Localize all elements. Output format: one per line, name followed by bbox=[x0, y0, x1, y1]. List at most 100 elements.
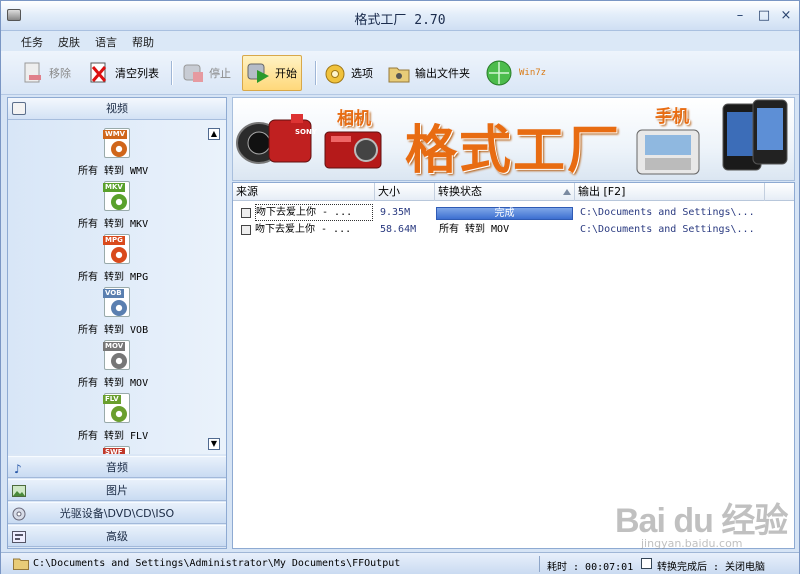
vob-format-icon: VOB bbox=[103, 287, 130, 317]
table-row[interactable]: 吻下去爱上你 - ... 9.35M 完成 C:\Documents and S… bbox=[233, 204, 794, 221]
video-file-icon bbox=[241, 225, 251, 235]
status-separator bbox=[539, 556, 540, 572]
menu-help[interactable]: 帮助 bbox=[132, 34, 154, 50]
maximize-button[interactable]: □ bbox=[755, 7, 773, 25]
disc-icon bbox=[12, 507, 26, 521]
clear-list-button[interactable]: 清空列表 bbox=[87, 57, 159, 89]
after-convert-checkbox[interactable] bbox=[641, 558, 652, 569]
camcorder-image bbox=[236, 114, 312, 164]
format-label: 所有 转到 VOB bbox=[78, 325, 149, 336]
format-item-vob[interactable]: VOB 所有 转到 VOB bbox=[8, 285, 208, 338]
app-window: 格式工厂 2.70 – □ × 任务 皮肤 语言 帮助 移除 清空列表 停止 开… bbox=[0, 0, 800, 574]
output-path: C:\Documents and Settings\Administrator\… bbox=[33, 558, 401, 569]
camera-label: 相机 bbox=[337, 109, 371, 129]
format-tag: VOB bbox=[103, 289, 124, 298]
header-status[interactable]: 转换状态 bbox=[435, 183, 575, 201]
win7-button[interactable]: Win7z bbox=[485, 57, 546, 89]
category-optical-disc[interactable]: 光驱设备\DVD\CD\ISO bbox=[8, 502, 226, 524]
window-title: 格式工厂 2.70 bbox=[354, 13, 446, 28]
baidu-watermark: Bai du 经验 bbox=[615, 502, 788, 540]
document-minus-icon bbox=[21, 61, 45, 85]
format-label: 所有 转到 MPG bbox=[78, 272, 149, 283]
elapsed-time: 耗时 : 00:07:01 bbox=[547, 562, 634, 573]
row-output: C:\Documents and Settings\... bbox=[580, 207, 755, 218]
format-glyph bbox=[111, 194, 127, 210]
header-size[interactable]: 大小 bbox=[375, 183, 435, 201]
baidu-watermark-url: jingyan.baidu.com bbox=[641, 537, 743, 550]
row-output: C:\Documents and Settings\... bbox=[580, 224, 755, 235]
format-glyph bbox=[111, 141, 127, 157]
menu-task[interactable]: 任务 bbox=[21, 34, 43, 50]
format-item-swf[interactable]: SWF bbox=[8, 444, 208, 454]
format-glyph bbox=[111, 247, 127, 263]
banner: SONY 相机 格式工厂 手机 bbox=[232, 97, 795, 181]
start-button[interactable]: 开始 bbox=[242, 55, 302, 91]
minimize-button[interactable]: – bbox=[731, 7, 749, 25]
format-label: 所有 转到 FLV bbox=[78, 431, 149, 442]
brand-title: 格式工厂 bbox=[405, 121, 622, 181]
header-output[interactable]: 输出 [F2] bbox=[575, 183, 765, 201]
format-tag: FLV bbox=[103, 395, 121, 404]
menu-language[interactable]: 语言 bbox=[95, 34, 117, 50]
format-glyph bbox=[111, 406, 127, 422]
after-convert-label[interactable]: 转换完成后 : 关闭电脑 bbox=[657, 558, 765, 573]
table-row[interactable]: 吻下去爱上你 - ... 58.64M 所有 转到 MOV C:\Documen… bbox=[233, 221, 794, 238]
format-tag: WMV bbox=[103, 130, 128, 139]
header-source[interactable]: 来源 bbox=[233, 183, 375, 201]
options-button[interactable]: 选项 bbox=[323, 57, 373, 89]
progress-bar: 完成 bbox=[436, 207, 573, 220]
menu-bar: 任务 皮肤 语言 帮助 bbox=[1, 31, 799, 51]
output-folder-button[interactable]: 输出文件夹 bbox=[387, 57, 470, 89]
advanced-tools-icon bbox=[12, 530, 26, 543]
video-format-list: WMV 所有 转到 WMV MKV 所有 转到 MKV MPG 所有 转到 MPG VOB 所… bbox=[8, 120, 226, 454]
clear-list-icon bbox=[87, 61, 111, 85]
format-glyph bbox=[111, 300, 127, 316]
title-bar[interactable]: 格式工厂 2.70 – □ × bbox=[1, 1, 799, 31]
status-bar: C:\Documents and Settings\Administrator\… bbox=[1, 552, 799, 574]
category-audio[interactable]: ♪ 音频 bbox=[8, 456, 226, 478]
format-label: 所有 转到 MKV bbox=[78, 219, 149, 230]
format-tag: MPG bbox=[103, 236, 125, 245]
list-header: 来源 大小 转换状态 输出 [F2] bbox=[233, 183, 794, 201]
wmv-format-icon: WMV bbox=[103, 128, 130, 158]
phone-image bbox=[636, 129, 700, 175]
play-icon bbox=[247, 61, 271, 85]
format-item-mpg[interactable]: MPG 所有 转到 MPG bbox=[8, 232, 208, 285]
category-advanced[interactable]: 高级 bbox=[8, 525, 226, 547]
video-file-icon bbox=[241, 208, 251, 218]
swf-format-icon: SWF bbox=[103, 446, 130, 454]
category-picture[interactable]: 图片 bbox=[8, 479, 226, 501]
row-size: 58.64M bbox=[380, 224, 417, 235]
svg-text:♪: ♪ bbox=[14, 462, 22, 475]
close-button[interactable]: × bbox=[777, 7, 795, 25]
scroll-down-button[interactable]: ▼ bbox=[208, 438, 220, 450]
camcorder-brand-label: SONY bbox=[295, 128, 317, 136]
format-sidebar: 视频 WMV 所有 转到 WMV MKV 所有 转到 MKV MPG 所有 转到 MPG V… bbox=[7, 97, 227, 549]
format-item-flv[interactable]: FLV 所有 转到 FLV bbox=[8, 391, 208, 444]
format-tag: MKV bbox=[103, 183, 125, 192]
toolbar-separator bbox=[315, 61, 316, 85]
row-source: 吻下去爱上你 - ... bbox=[255, 224, 352, 235]
row-size: 9.35M bbox=[380, 207, 411, 218]
format-label: 所有 转到 MOV bbox=[78, 378, 149, 389]
category-video[interactable]: 视频 bbox=[8, 98, 226, 120]
format-item-wmv[interactable]: WMV 所有 转到 WMV bbox=[8, 126, 208, 179]
gear-icon bbox=[323, 61, 347, 85]
format-item-mkv[interactable]: MKV 所有 转到 MKV bbox=[8, 179, 208, 232]
menu-skin[interactable]: 皮肤 bbox=[58, 34, 80, 50]
toolbar-separator bbox=[171, 61, 172, 85]
camera-image bbox=[324, 131, 382, 169]
format-label: 所有 转到 WMV bbox=[78, 166, 149, 177]
flv-format-icon: FLV bbox=[103, 393, 130, 423]
mkv-format-icon: MKV bbox=[103, 181, 130, 211]
scroll-up-button[interactable]: ▲ bbox=[208, 128, 220, 140]
music-note-icon: ♪ bbox=[12, 461, 26, 476]
remove-button[interactable]: 移除 bbox=[21, 57, 71, 89]
smartphone-image bbox=[722, 99, 788, 171]
picture-icon bbox=[12, 484, 26, 497]
toolbar: 移除 清空列表 停止 开始 选项 输出文件夹 Win7z bbox=[1, 51, 799, 95]
stop-button[interactable]: 停止 bbox=[181, 57, 231, 89]
format-tag: MOV bbox=[103, 342, 126, 351]
output-folder-icon[interactable] bbox=[13, 557, 29, 570]
format-item-mov[interactable]: MOV 所有 转到 MOV bbox=[8, 338, 208, 391]
